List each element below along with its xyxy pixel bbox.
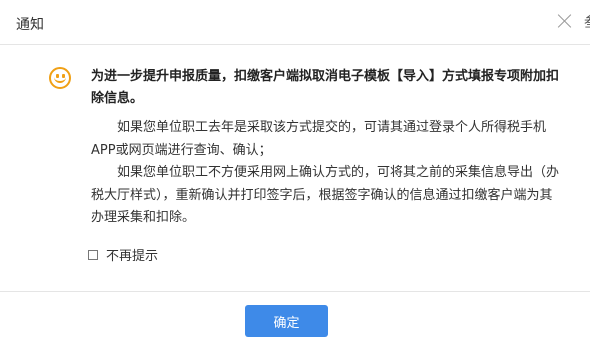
dialog-title: 通知	[16, 17, 44, 33]
notice-headline: 为进一步提升申报质量，扣缴客户端拟取消电子模板【导入】方式填报专项附加扣除信息。	[91, 69, 560, 106]
no-remind-label: 不再提示	[106, 249, 159, 264]
notice-paragraph: 如果您单位职工去年是采取该方式提交的，可请其通过登录个人所得税手机APP或网页端…	[91, 120, 547, 158]
notice-body: 如果您单位职工去年是采取该方式提交的，可请其通过登录个人所得税手机APP或网页端…	[91, 117, 561, 230]
confirm-button[interactable]: 确定	[245, 305, 328, 337]
dialog-header: 通知 叁	[0, 0, 590, 44]
smile-icon	[49, 67, 71, 89]
close-icon[interactable]	[556, 12, 574, 30]
notice-paragraph: 如果您单位职工不方便采用网上确认方式的，可将其之前的采集信息导出（办税大厅样式）…	[91, 165, 560, 225]
footer-divider	[0, 291, 590, 292]
header-divider	[0, 44, 590, 45]
no-remind-checkbox[interactable]	[88, 249, 98, 260]
no-remind-option[interactable]: 不再提示	[88, 245, 158, 264]
edge-glyph: 叁	[584, 12, 590, 32]
